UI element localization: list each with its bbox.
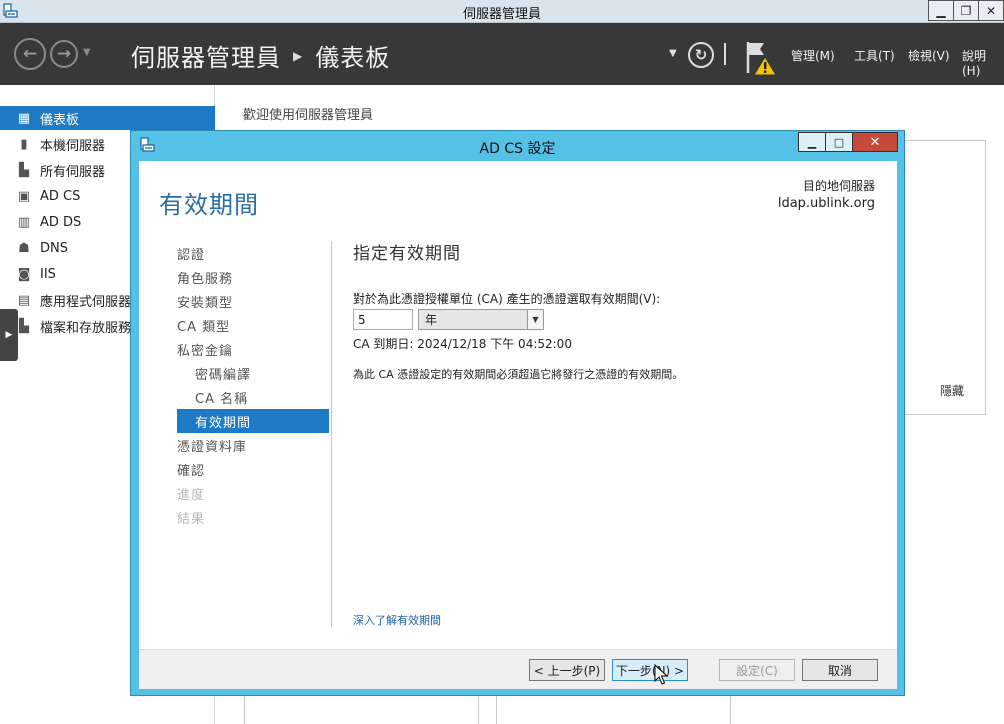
dialog-title: AD CS 設定 <box>479 141 556 157</box>
back-button[interactable]: ← <box>14 38 46 70</box>
header-bar: ← → ▼ 伺服器管理員 ▶ 儀表板 ▼ ↻ 管理(M) 工具(T) 檢視(V)… <box>0 23 1004 85</box>
step-validity-period[interactable]: 有效期間 <box>177 409 329 433</box>
dialog-footer: < 上一步(P) 下一步(N) > 設定(C) 取消 <box>139 649 897 689</box>
forward-button[interactable]: → <box>50 40 78 68</box>
tile-border <box>496 694 497 724</box>
restore-icon: ❐ <box>960 3 972 18</box>
hide-link[interactable]: 隱藏 <box>940 382 964 399</box>
chevron-right-icon: ▶ <box>5 330 13 340</box>
directory-icon: ▥ <box>17 214 31 230</box>
step-ca-type[interactable]: CA 類型 <box>177 313 329 337</box>
app-server-icon: ▤ <box>17 292 31 308</box>
arrow-right-icon: → <box>56 44 72 64</box>
step-credentials[interactable]: 認證 <box>177 241 329 265</box>
validity-unit-select[interactable]: 年 ▼ <box>418 309 544 330</box>
steps-divider <box>331 241 332 627</box>
window-title: 伺服器管理員 <box>462 7 541 22</box>
close-icon: ✕ <box>869 134 881 150</box>
validity-unit-value: 年 <box>425 313 438 327</box>
maximize-icon: □ <box>833 135 845 149</box>
sidebar-item-label: DNS <box>40 240 68 256</box>
sidebar-item-label: AD DS <box>40 214 82 230</box>
sidebar-item-label: IIS <box>40 266 56 282</box>
minimize-icon: ▁ <box>807 135 817 149</box>
validity-note: 為此 CA 憑證設定的有效期間必須超過它將發行之憑證的有效期間。 <box>353 368 684 381</box>
configure-button: 設定(C) <box>719 659 795 681</box>
breadcrumb-current: 儀表板 <box>315 44 391 72</box>
window-title-bar: 伺服器管理員 ▁ ❐ ✕ <box>0 0 1004 23</box>
toolbar-divider <box>724 43 726 65</box>
menu-view[interactable]: 檢視(V) <box>908 47 950 64</box>
certificate-icon: ▣ <box>17 188 31 204</box>
step-progress: 進度 <box>177 487 206 503</box>
page-title: 有效期間 <box>159 191 259 219</box>
minimize-icon: ▁ <box>936 3 946 18</box>
mouse-cursor-icon <box>654 664 668 685</box>
close-button[interactable]: ✕ <box>978 0 1004 21</box>
destination-server-label: 目的地伺服器 <box>802 179 875 193</box>
chevron-down-icon: ▼ <box>527 310 543 329</box>
close-icon: ✕ <box>985 3 997 18</box>
iis-icon: ◙ <box>17 266 31 282</box>
destination-server-value: ldap.ublink.org <box>777 196 875 211</box>
step-role-services[interactable]: 角色服務 <box>177 265 329 289</box>
sidebar-item-label: 儀表板 <box>40 112 80 128</box>
step-certificate-database[interactable]: 憑證資料庫 <box>177 433 329 457</box>
step-results: 結果 <box>177 511 206 527</box>
servers-icon: ▙ <box>19 162 29 178</box>
tile-border <box>244 694 245 724</box>
breadcrumb: 伺服器管理員 ▶ 儀表板 <box>131 38 390 73</box>
dialog-close-button[interactable]: ✕ <box>852 132 898 152</box>
notifications-flag-icon[interactable] <box>744 39 778 77</box>
sidebar-item-label: 所有伺服器 <box>40 164 106 180</box>
sidebar-item-label: AD CS <box>40 188 81 204</box>
adcs-config-dialog: AD CS 設定 ▁ □ ✕ 有效期間 目的地伺服器 ldap.ublink.o… <box>130 130 905 696</box>
menu-manage[interactable]: 管理(M) <box>791 47 835 64</box>
refresh-icon[interactable]: ↻ <box>688 42 714 68</box>
breadcrumb-root[interactable]: 伺服器管理員 <box>131 38 281 73</box>
section-title: 指定有效期間 <box>353 244 461 264</box>
menu-tools[interactable]: 工具(T) <box>854 47 895 64</box>
dialog-minimize-button[interactable]: ▁ <box>798 132 826 152</box>
validity-period-label: 對於為此憑證授權單位 (CA) 產生的憑證選取有效期間(V): <box>353 292 661 306</box>
step-setup-type[interactable]: 安裝類型 <box>177 289 329 313</box>
dialog-maximize-button[interactable]: □ <box>825 132 853 152</box>
cancel-button[interactable]: 取消 <box>802 659 878 681</box>
ca-expiry-date: CA 到期日: 2024/12/18 下午 04:52:00 <box>353 337 572 351</box>
previous-button[interactable]: < 上一步(P) <box>529 659 605 681</box>
learn-more-link[interactable]: 深入了解有效期間 <box>353 612 441 628</box>
expand-panel-button[interactable]: ▶ <box>0 309 18 361</box>
tile-border <box>478 694 479 724</box>
welcome-heading: 歡迎使用伺服器管理員 <box>243 108 374 123</box>
storage-icon: ▙ <box>19 318 29 334</box>
history-dropdown-icon[interactable]: ▼ <box>83 47 91 58</box>
breadcrumb-separator-icon: ▶ <box>293 48 304 63</box>
welcome-tile <box>903 140 986 415</box>
sidebar-item-label: 檔案和存放服務 <box>40 320 132 336</box>
refresh-dropdown-icon[interactable]: ▼ <box>669 48 677 59</box>
menu-help[interactable]: 說明(H) <box>962 47 1004 78</box>
server-icon: ▮ <box>20 136 28 152</box>
step-cryptography[interactable]: 密碼編譯 <box>177 361 329 385</box>
dashboard-grid-icon: ▦ <box>17 110 31 126</box>
sidebar-item-label: 應用程式伺服器 <box>40 294 132 310</box>
minimize-button[interactable]: ▁ <box>928 0 954 21</box>
step-ca-name[interactable]: CA 名稱 <box>177 385 329 409</box>
arrow-left-icon: ← <box>22 44 38 64</box>
restore-button[interactable]: ❐ <box>953 0 979 21</box>
step-private-key[interactable]: 私密金鑰 <box>177 337 329 361</box>
dialog-body: 有效期間 目的地伺服器 ldap.ublink.org 認證 角色服務 安裝類型… <box>139 161 897 649</box>
step-confirmation[interactable]: 確認 <box>177 457 329 481</box>
dns-icon: ☗ <box>18 240 30 256</box>
dialog-title-bar: AD CS 設定 ▁ □ ✕ <box>131 131 904 161</box>
validity-period-input[interactable] <box>353 309 413 330</box>
sidebar-item-label: 本機伺服器 <box>40 138 106 154</box>
tile-border <box>730 694 731 724</box>
sidebar-item-dashboard[interactable]: ▦ 儀表板 <box>0 106 215 130</box>
next-button[interactable]: 下一步(N) > <box>612 659 688 681</box>
